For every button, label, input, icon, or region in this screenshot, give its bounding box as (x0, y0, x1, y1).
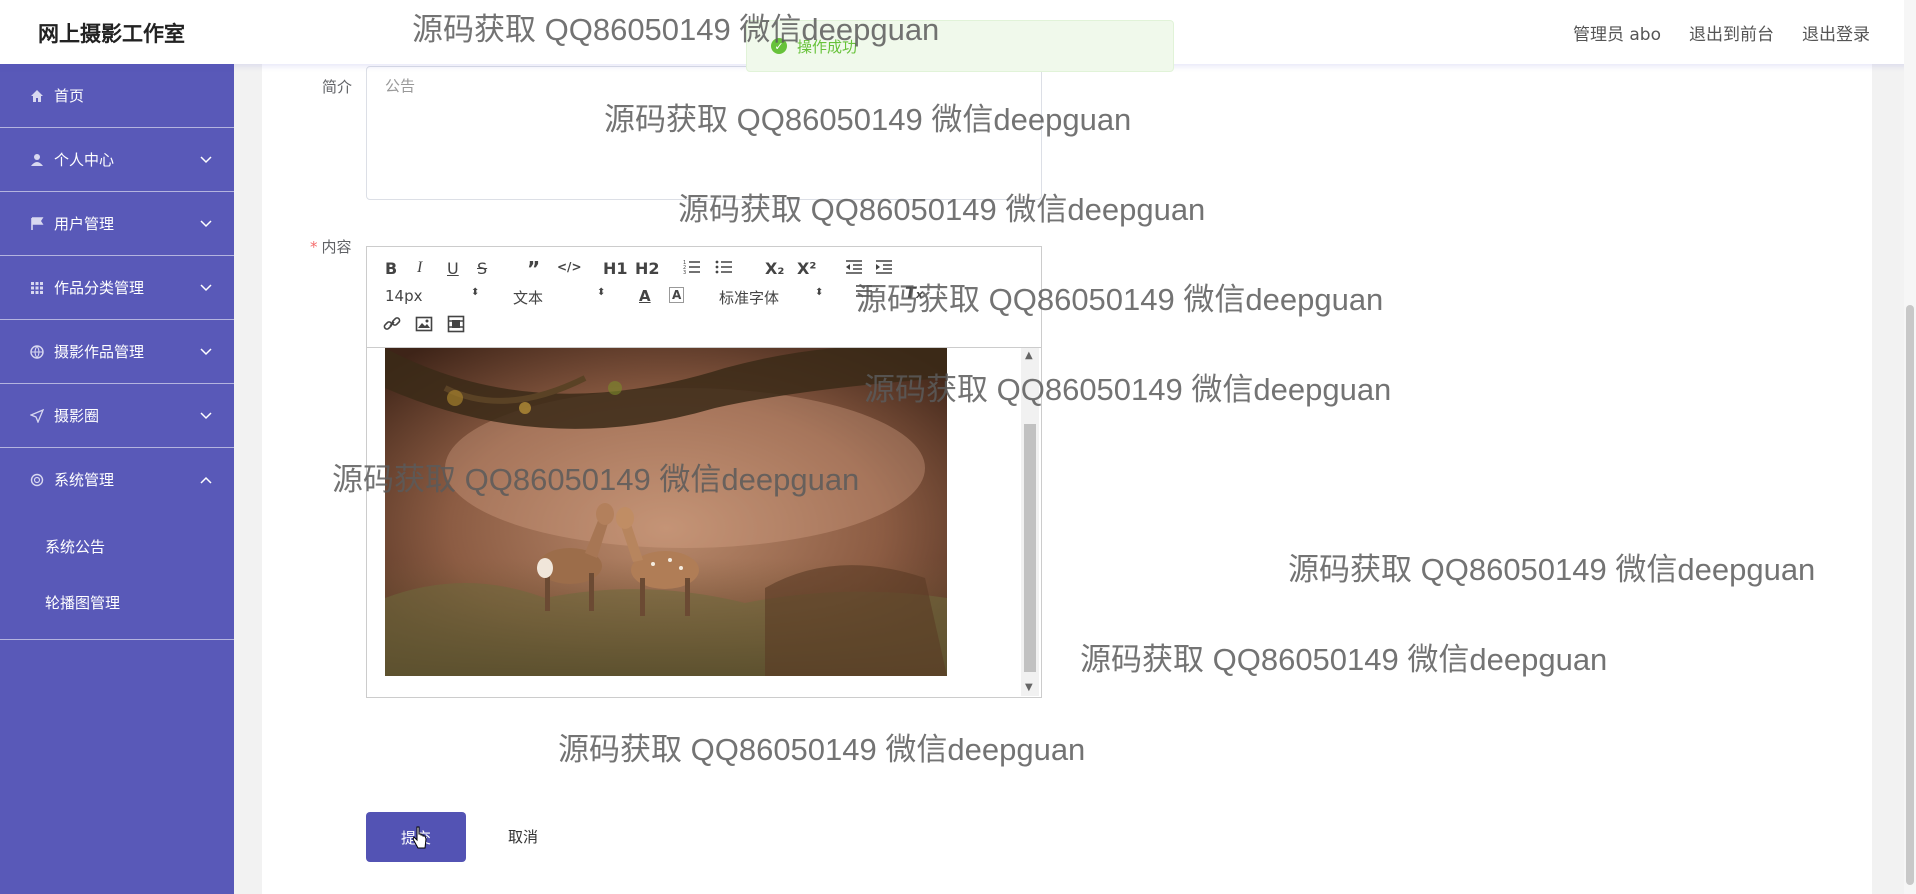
sidebar-item-circle[interactable]: 摄影圈 (0, 384, 234, 448)
align-icon[interactable] (855, 283, 873, 303)
intro-placeholder: 公告 (385, 77, 416, 95)
deer-photo (385, 348, 947, 676)
logout-link[interactable]: 退出登录 (1802, 20, 1870, 45)
submenu-item-carousel[interactable]: 轮播图管理 (0, 575, 234, 631)
to-front-link[interactable]: 退出到前台 (1689, 20, 1774, 45)
image-icon[interactable] (415, 315, 433, 337)
link-icon[interactable] (383, 315, 401, 337)
submenu-item-announcement[interactable]: 系统公告 (0, 519, 234, 575)
globe-icon (28, 343, 46, 361)
sidebar-item-label: 摄影作品管理 (54, 343, 145, 361)
sidebar: 首页 个人中心 用户管理 作品分类管理 摄影作品管理 摄影圈 系统管理 系统公告… (0, 64, 234, 894)
send-icon (28, 407, 46, 425)
check-circle-icon: ✓ (771, 38, 787, 54)
font-size-select[interactable]: 14px (385, 287, 423, 305)
underline-button[interactable]: U (447, 259, 459, 278)
home-icon (28, 87, 46, 105)
outdent-icon[interactable] (845, 259, 863, 279)
page-scrollbar[interactable] (1904, 0, 1916, 894)
indent-icon[interactable] (875, 259, 893, 279)
scroll-down-icon[interactable]: ▼ (1025, 682, 1033, 693)
sidebar-item-label: 个人中心 (54, 151, 115, 169)
chevron-down-icon (200, 406, 212, 424)
strike-button[interactable]: S (477, 259, 487, 278)
grid-icon (28, 279, 46, 297)
chevron-down-icon (200, 278, 212, 296)
sidebar-item-label: 作品分类管理 (54, 279, 145, 297)
user-icon (28, 151, 46, 169)
sidebar-item-label: 用户管理 (54, 215, 115, 233)
settings-icon (28, 471, 46, 489)
success-toast: ✓ 操作成功 (746, 20, 1174, 72)
brand-title: 网上摄影工作室 (38, 22, 185, 46)
header-arrows-icon: ⬍ (597, 287, 606, 298)
flag-icon (28, 215, 46, 233)
sidebar-item-label: 系统管理 (54, 471, 115, 489)
h1-button[interactable]: H1 (603, 259, 628, 278)
cancel-button[interactable]: 取消 (508, 826, 538, 847)
editor-content[interactable]: ▲ ▼ (367, 348, 1039, 696)
subscript-button[interactable]: X₂ (765, 259, 784, 278)
editor-scrollbar[interactable]: ▲ ▼ (1021, 348, 1039, 696)
sidebar-item-label: 首页 (54, 87, 85, 105)
content-label-text: 内容 (321, 238, 352, 256)
toast-message: 操作成功 (797, 37, 858, 56)
rich-text-editor[interactable]: B I U S ” </> H1 H2 123 X₂ X² 14px ⬍ 文本 … (366, 246, 1042, 698)
sidebar-item-category[interactable]: 作品分类管理 (0, 256, 234, 320)
chevron-up-icon (200, 470, 212, 488)
bullet-list-icon[interactable] (715, 259, 733, 279)
admin-name[interactable]: 管理员 abo (1573, 20, 1661, 45)
ordered-list-icon[interactable]: 123 (683, 259, 701, 279)
svg-text:3: 3 (683, 270, 686, 275)
intro-label: 简介 (322, 78, 353, 96)
required-mark: * (310, 238, 318, 256)
header-links: 管理员 abo 退出到前台 退出登录 (1573, 20, 1870, 45)
font-color-button[interactable]: A (639, 287, 651, 305)
sidebar-item-works[interactable]: 摄影作品管理 (0, 320, 234, 384)
page-scroll-thumb[interactable] (1906, 305, 1914, 885)
content-label: * 内容 (310, 236, 352, 257)
sidebar-item-system[interactable]: 系统管理 (0, 448, 234, 511)
header-select[interactable]: 文本 (513, 287, 543, 308)
chevron-down-icon (200, 150, 212, 168)
scroll-up-icon[interactable]: ▲ (1025, 350, 1033, 361)
font-size-arrows-icon: ⬍ (471, 287, 480, 298)
font-family-select[interactable]: 标准字体 (719, 287, 779, 308)
italic-button[interactable]: I (417, 259, 422, 277)
sidebar-item-home[interactable]: 首页 (0, 64, 234, 128)
superscript-button[interactable]: X² (797, 259, 816, 278)
blockquote-button[interactable]: ” (527, 257, 540, 281)
h2-button[interactable]: H2 (635, 259, 660, 278)
sidebar-item-users[interactable]: 用户管理 (0, 192, 234, 256)
sidebar-item-profile[interactable]: 个人中心 (0, 128, 234, 192)
chevron-down-icon (200, 342, 212, 360)
mouse-cursor-icon (412, 826, 427, 849)
editor-toolbar: B I U S ” </> H1 H2 123 X₂ X² 14px ⬍ 文本 … (367, 247, 1041, 348)
chevron-down-icon (200, 214, 212, 232)
sidebar-item-label: 摄影圈 (54, 407, 100, 425)
editor-scroll-thumb[interactable] (1024, 424, 1036, 672)
background-color-button[interactable]: A (669, 287, 685, 303)
font-family-arrows-icon: ⬍ (815, 287, 824, 298)
video-icon[interactable] (447, 315, 465, 337)
intro-textarea[interactable]: 公告 (366, 66, 1042, 200)
system-submenu: 系统公告 轮播图管理 (0, 511, 234, 640)
code-block-button[interactable]: </> (557, 260, 582, 274)
clear-format-icon[interactable]: Tx (905, 283, 923, 302)
bold-button[interactable]: B (385, 259, 397, 278)
